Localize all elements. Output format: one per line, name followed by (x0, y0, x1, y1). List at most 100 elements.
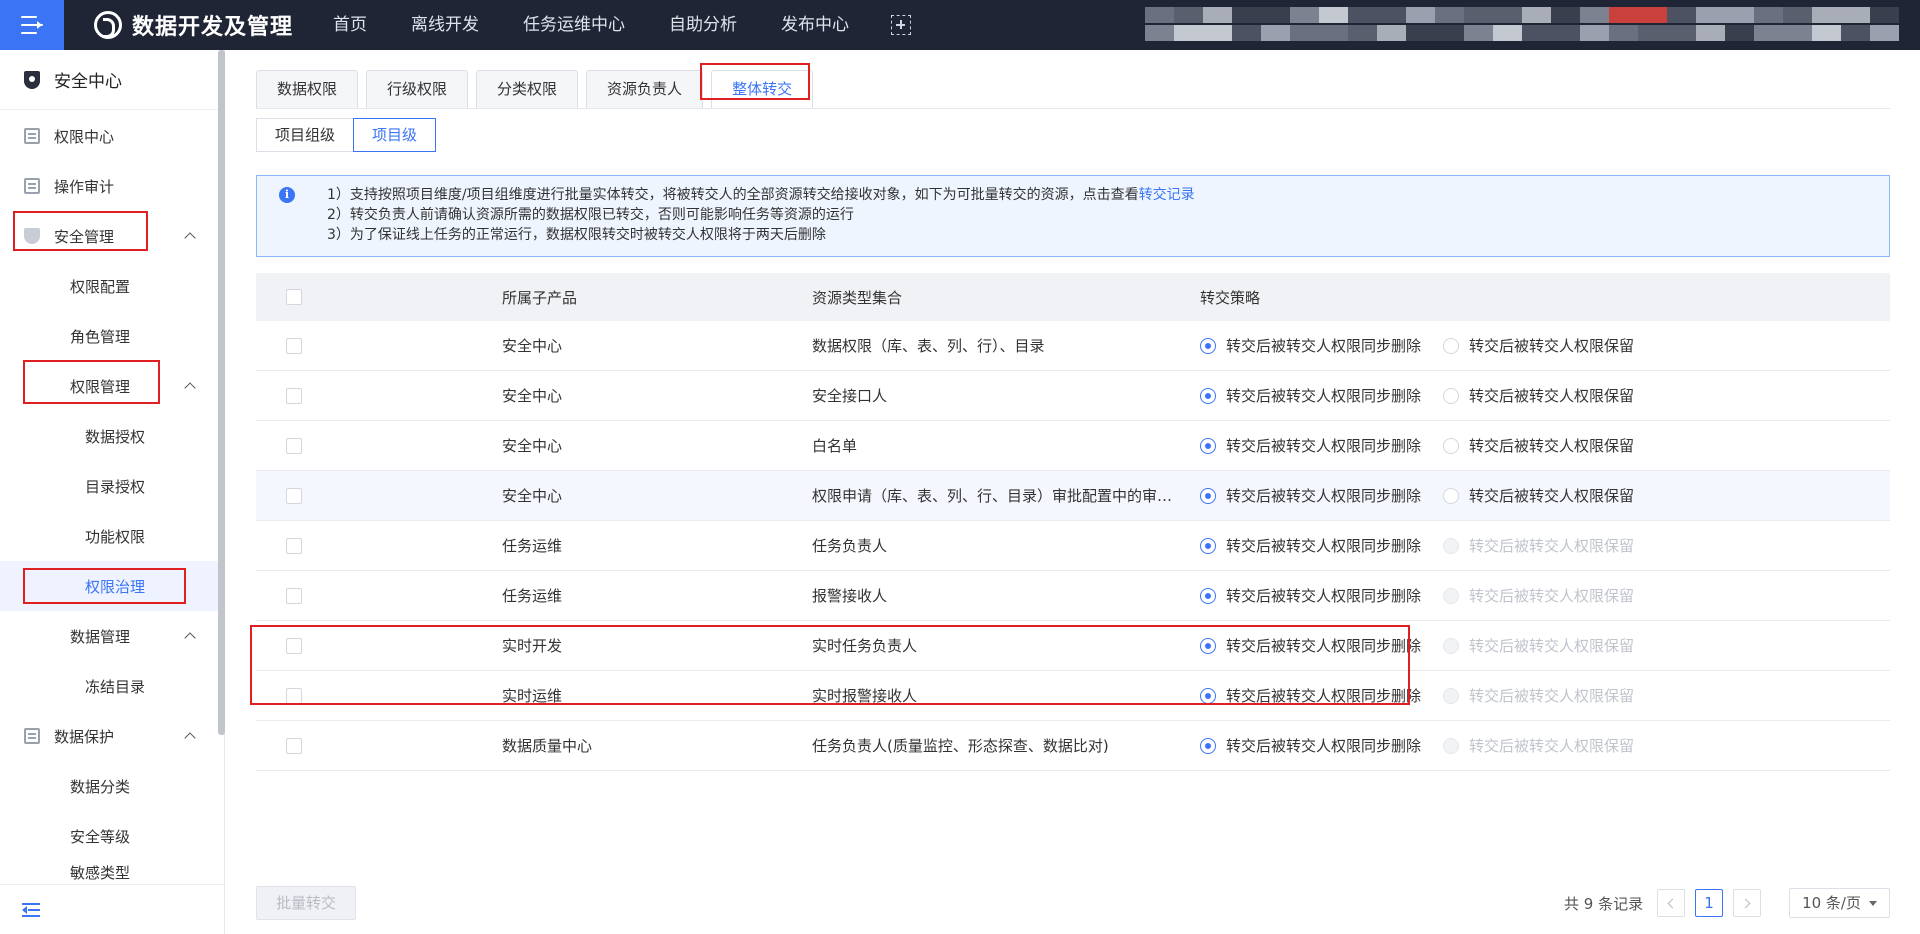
nav-task-ops[interactable]: 任务运维中心 (501, 0, 647, 50)
table-row: 任务运维 任务负责人 转交后被转交人权限同步删除 转交后被转交人权限保留 (256, 521, 1890, 571)
brand[interactable]: 数据开发及管理 (94, 9, 293, 41)
page-1-button[interactable]: 1 (1695, 889, 1724, 917)
radio-delete-permission[interactable]: 转交后被转交人权限同步删除 (1200, 535, 1421, 556)
radio-unchecked-icon (1443, 537, 1460, 554)
prev-page-button[interactable] (1657, 889, 1686, 917)
cell-transfer-policy: 转交后被转交人权限同步删除 转交后被转交人权限保留 (1200, 635, 1656, 656)
radio-keep-permission[interactable]: 转交后被转交人权限保留 (1443, 335, 1634, 356)
radio-delete-permission[interactable]: 转交后被转交人权限同步删除 (1200, 485, 1421, 506)
row-checkbox[interactable] (286, 637, 302, 654)
tab-bulk-transfer[interactable]: 整体转交 (711, 70, 814, 108)
sidebar-item-security-management[interactable]: 安全管理 (0, 211, 218, 261)
radio-keep-permission[interactable]: 转交后被转交人权限保留 (1443, 435, 1634, 456)
blurred-user-area (1145, 6, 1905, 42)
menu-icon (21, 16, 43, 34)
sidebar-item-permission-governance[interactable]: 权限治理 (0, 561, 218, 611)
sidebar-item-sensitive-type[interactable]: 敏感类型 (0, 861, 218, 883)
sidebar-item-catalog-authorization[interactable]: 目录授权 (0, 461, 218, 511)
sidebar-scrollbar[interactable] (218, 50, 225, 735)
cell-resource-types: 报警接收人 (812, 587, 888, 605)
radio-keep-permission[interactable]: 转交后被转交人权限保留 (1443, 485, 1634, 506)
row-checkbox[interactable] (286, 737, 302, 754)
select-all-checkbox[interactable] (286, 289, 302, 305)
row-checkbox[interactable] (286, 537, 302, 554)
transfer-record-link[interactable]: 转交记录 (1139, 187, 1195, 203)
tab-row-permission[interactable]: 行级权限 (366, 70, 469, 108)
nav-offline-dev[interactable]: 离线开发 (389, 0, 501, 50)
sidebar-item-function-permission[interactable]: 功能权限 (0, 511, 218, 561)
table-body: 安全中心 数据权限（库、表、列、行）、目录 转交后被转交人权限同步删除 转交后被转交人… (256, 321, 1890, 771)
radio-delete-permission[interactable]: 转交后被转交人权限同步删除 (1200, 685, 1421, 706)
row-checkbox[interactable] (286, 687, 302, 704)
main-content: 数据权限 行级权限 分类权限 资源负责人 整体转交 项目组级 项目级 i 1）支… (226, 50, 1920, 934)
subtab-project-level[interactable]: 项目级 (353, 118, 437, 152)
tab-classification-permission[interactable]: 分类权限 (476, 70, 579, 108)
sidebar-item-permission-center[interactable]: 权限中心 (0, 111, 218, 161)
sidebar-header: 安全中心 (0, 50, 224, 110)
tab-resource-owner[interactable]: 资源负责人 (586, 70, 704, 108)
cell-resource-types: 任务负责人 (812, 537, 888, 555)
nav-home[interactable]: 首页 (311, 0, 389, 50)
edit-doc-icon (24, 128, 40, 144)
sidebar-item-data-classification[interactable]: 数据分类 (0, 761, 218, 811)
sidebar-item-data-authorization[interactable]: 数据授权 (0, 411, 218, 461)
radio-delete-permission[interactable]: 转交后被转交人权限同步删除 (1200, 635, 1421, 656)
page-size-select[interactable]: 10 条/页 (1789, 888, 1890, 918)
radio-delete-permission[interactable]: 转交后被转交人权限同步删除 (1200, 335, 1421, 356)
add-shortcut-icon[interactable] (891, 15, 912, 35)
row-checkbox[interactable] (286, 337, 302, 354)
radio-keep-permission: 转交后被转交人权限保留 (1443, 635, 1634, 656)
sidebar-item-permission-config[interactable]: 权限配置 (0, 261, 218, 311)
sidebar-title: 安全中心 (54, 72, 122, 92)
cell-transfer-policy: 转交后被转交人权限同步删除 转交后被转交人权限保留 (1200, 585, 1656, 606)
sidebar-item-label: 目录授权 (85, 477, 146, 496)
tab-data-permission[interactable]: 数据权限 (256, 70, 359, 108)
table-row: 安全中心 权限申请（库、表、列、行、目录）审批配置中的审批人 转交后被转交人权限同步… (256, 471, 1890, 521)
top-nav: 首页 离线开发 任务运维中心 自助分析 发布中心 (311, 0, 912, 50)
radio-delete-permission[interactable]: 转交后被转交人权限同步删除 (1200, 735, 1421, 756)
next-page-button[interactable] (1733, 889, 1762, 917)
page-size-value: 10 条/页 (1802, 894, 1861, 912)
radio-delete-permission[interactable]: 转交后被转交人权限同步删除 (1200, 435, 1421, 456)
collapse-sidebar-icon[interactable] (22, 903, 40, 917)
row-checkbox[interactable] (286, 437, 302, 454)
radio-checked-icon (1200, 687, 1216, 704)
sidebar-item-data-protection[interactable]: 数据保护 (0, 711, 218, 761)
sidebar-item-data-management[interactable]: 数据管理 (0, 611, 218, 661)
batch-transfer-button[interactable]: 批量转交 (256, 886, 356, 920)
cell-product: 数据质量中心 (502, 737, 593, 755)
radio-checked-icon (1200, 387, 1216, 404)
sidebar-item-label: 数据管理 (70, 627, 131, 646)
row-checkbox[interactable] (286, 487, 302, 504)
nav-self-analysis[interactable]: 自助分析 (647, 0, 759, 50)
sidebar-item-frozen-catalog[interactable]: 冻结目录 (0, 661, 218, 711)
radio-checked-icon (1200, 487, 1216, 504)
sidebar-item-label: 权限管理 (70, 377, 131, 396)
row-checkbox[interactable] (286, 587, 302, 604)
sidebar-item-label: 权限配置 (70, 277, 131, 296)
radio-keep-permission: 转交后被转交人权限保留 (1443, 685, 1634, 706)
radio-delete-permission[interactable]: 转交后被转交人权限同步删除 (1200, 385, 1421, 406)
radio-checked-icon (1200, 587, 1216, 604)
subtab-project-group-level[interactable]: 项目组级 (256, 118, 355, 152)
cell-transfer-policy: 转交后被转交人权限同步删除 转交后被转交人权限保留 (1200, 685, 1656, 706)
cell-product: 安全中心 (502, 437, 563, 455)
cell-resource-types: 白名单 (812, 437, 858, 455)
row-checkbox[interactable] (286, 387, 302, 404)
menu-toggle-button[interactable] (0, 0, 64, 50)
chevron-left-icon (1667, 898, 1678, 908)
sidebar-item-security-level[interactable]: 安全等级 (0, 811, 218, 861)
cell-resource-types: 任务负责人(质量监控、形态探查、数据比对) (812, 737, 1109, 755)
nav-release-center[interactable]: 发布中心 (759, 0, 871, 50)
radio-keep-permission[interactable]: 转交后被转交人权限保留 (1443, 385, 1634, 406)
sidebar-item-label: 冻结目录 (85, 677, 146, 696)
header-product: 所属子产品 (502, 288, 578, 307)
alert-line-1: 1）支持按照项目维度/项目组维度进行批量实体转交，将被转交人的全部资源转交给接收… (327, 187, 1195, 203)
cell-product: 安全中心 (502, 337, 563, 355)
cell-resource-types: 实时任务负责人 (812, 637, 918, 655)
sidebar-item-audit[interactable]: 操作审计 (0, 161, 218, 211)
cell-transfer-policy: 转交后被转交人权限同步删除 转交后被转交人权限保留 (1200, 535, 1656, 556)
radio-delete-permission[interactable]: 转交后被转交人权限同步删除 (1200, 585, 1421, 606)
sidebar-item-permission-management[interactable]: 权限管理 (0, 361, 218, 411)
sidebar-item-role-management[interactable]: 角色管理 (0, 311, 218, 361)
